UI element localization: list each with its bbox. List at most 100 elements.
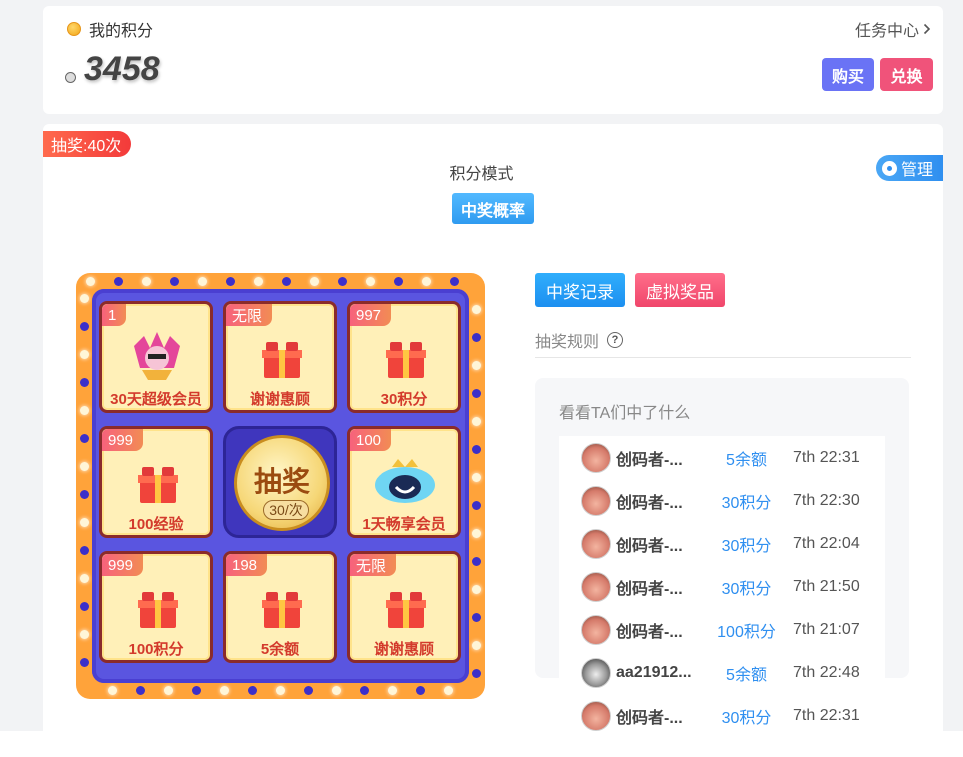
win-record-button[interactable]: 中奖记录 — [535, 273, 625, 307]
board-light — [450, 277, 459, 286]
chevron-right-icon — [923, 23, 931, 35]
virtual-prizes-button[interactable]: 虚拟奖品 — [635, 273, 725, 307]
board-light — [472, 305, 481, 314]
board-light — [472, 529, 481, 538]
coins-icon — [67, 22, 81, 36]
draw-button[interactable]: 抽奖 30/次 — [223, 426, 337, 538]
winner-prize: 30积分 — [721, 537, 772, 555]
exchange-button[interactable]: 兑换 — [880, 58, 933, 91]
winner-prize: 100积分 — [717, 623, 776, 641]
board-light — [108, 686, 117, 695]
board-light — [444, 686, 453, 695]
winner-time: 7th 22:31 — [793, 448, 860, 466]
prize-stock-tag: 997 — [350, 304, 392, 326]
board-light — [80, 294, 89, 303]
winner-name: 创码者-... — [616, 451, 683, 469]
list-item: 创码者-... 30积分 7th 22:31 — [559, 694, 885, 737]
board-light — [360, 686, 369, 695]
board-light — [80, 546, 89, 555]
prize-cell: 997 30积分 — [347, 301, 461, 413]
board-light — [142, 277, 151, 286]
board-light — [388, 686, 397, 695]
avatar — [581, 657, 611, 688]
prize-name: 30天超级会员 — [110, 391, 202, 408]
prize-stock-tag: 999 — [102, 554, 144, 576]
prize-cell: 100 1天畅享会员 — [347, 426, 461, 538]
points-title: 我的积分 — [89, 23, 154, 40]
winner-time: 7th 21:50 — [793, 577, 860, 595]
prize-name: 5余额 — [260, 641, 300, 658]
points-card: 我的积分 任务中心 3458 购买 兑换 — [43, 6, 943, 114]
board-light — [80, 630, 89, 639]
board-inner: 1 30天超级会员 无限 谢谢惠顾 997 30积分 999 100经验 抽奖 … — [92, 289, 469, 683]
winner-time: 7th 22:31 — [793, 706, 860, 724]
winner-prize: 30积分 — [721, 494, 772, 512]
board-light — [338, 277, 347, 286]
task-center-label: 任务中心 — [854, 23, 919, 40]
board-light — [472, 445, 481, 454]
winner-name: aa21912... — [616, 663, 692, 681]
probability-button[interactable]: 中奖概率 — [452, 193, 534, 224]
avatar — [581, 528, 611, 559]
board-light — [304, 686, 313, 695]
board-light — [422, 277, 431, 286]
board-light — [416, 686, 425, 695]
draw-button-label: 抽奖 — [253, 466, 310, 497]
winner-name: 创码者-... — [616, 537, 683, 555]
winner-name: 创码者-... — [616, 623, 683, 641]
lottery-board: 1 30天超级会员 无限 谢谢惠顾 997 30积分 999 100经验 抽奖 … — [76, 273, 485, 699]
board-light — [80, 518, 89, 527]
avatar — [581, 485, 611, 516]
task-center-link[interactable]: 任务中心 — [855, 17, 931, 41]
winner-prize: 30积分 — [721, 709, 772, 727]
board-light — [86, 277, 95, 286]
board-light — [282, 277, 291, 286]
board-light — [472, 473, 481, 482]
board-light — [472, 417, 481, 426]
board-light — [136, 686, 145, 695]
prize-cell: 999 100积分 — [99, 551, 213, 663]
avatar — [581, 614, 611, 645]
board-light — [80, 490, 89, 499]
prize-stock-tag: 100 — [350, 429, 392, 451]
list-item: 创码者-... 30积分 7th 22:30 — [559, 479, 885, 522]
gift-box-icon — [138, 467, 178, 503]
gift-box-icon — [138, 592, 178, 628]
prize-name: 谢谢惠顾 — [373, 641, 434, 658]
genie-badge-icon — [375, 459, 435, 503]
draw-rules-link[interactable]: 抽奖规则 ? — [535, 328, 624, 352]
board-light — [366, 277, 375, 286]
prize-stock-tag: 1 — [102, 304, 127, 326]
board-light — [164, 686, 173, 695]
prize-name: 100经验 — [128, 516, 184, 533]
mode-label: 积分模式 — [449, 166, 514, 183]
board-light — [472, 333, 481, 342]
board-light — [332, 686, 341, 695]
prize-cell: 无限 谢谢惠顾 — [347, 551, 461, 663]
crown-badge-icon — [134, 332, 180, 380]
winners-title: 看看TA们中了什么 — [559, 405, 691, 422]
list-item: 创码者-... 5余额 7th 22:31 — [559, 436, 885, 479]
board-light — [472, 361, 481, 370]
winner-prize: 30积分 — [721, 580, 772, 598]
board-light — [80, 322, 89, 331]
list-item: 创码者-... 30积分 7th 22:04 — [559, 522, 885, 565]
winner-name: 创码者-... — [616, 580, 683, 598]
avatar — [581, 442, 611, 473]
draw-cost: 30/次 — [263, 500, 309, 520]
prize-name: 100积分 — [128, 641, 184, 658]
buy-button[interactable]: 购买 — [822, 58, 874, 91]
board-light — [472, 613, 481, 622]
points-title-row: 我的积分 — [67, 17, 153, 41]
board-light — [220, 686, 229, 695]
prize-stock-tag: 999 — [102, 429, 144, 451]
winner-name: 创码者-... — [616, 494, 683, 512]
board-light — [472, 557, 481, 566]
board-light — [472, 501, 481, 510]
prize-cell: 1 30天超级会员 — [99, 301, 213, 413]
prize-cell: 无限 谢谢惠顾 — [223, 301, 337, 413]
board-light — [310, 277, 319, 286]
points-balance: 3458 — [65, 50, 160, 89]
prize-name: 1天畅享会员 — [362, 516, 446, 533]
board-light — [276, 686, 285, 695]
